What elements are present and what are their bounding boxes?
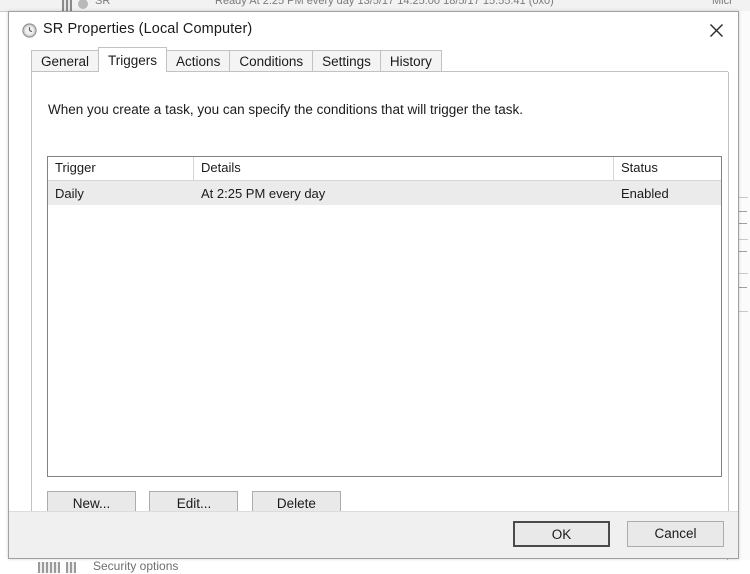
tab-settings-label: Settings bbox=[322, 54, 371, 69]
cell-trigger: Daily bbox=[55, 185, 84, 201]
ok-button[interactable]: OK bbox=[513, 521, 610, 547]
triggers-tab-page: When you create a task, you can specify … bbox=[31, 72, 729, 516]
background-bars-icon-3 bbox=[66, 562, 76, 573]
column-header-trigger[interactable]: Trigger bbox=[48, 157, 194, 180]
background-security-options-label: Security options bbox=[93, 560, 179, 573]
background-task-details: Ready At 2:25 PM every day 13/5/17 14:25… bbox=[215, 0, 554, 7]
dialog-title: SR Properties (Local Computer) bbox=[43, 21, 253, 37]
tab-history-label: History bbox=[389, 54, 432, 69]
dialog-titlebar: SR Properties (Local Computer) bbox=[9, 12, 738, 49]
tab-general-label: General bbox=[41, 54, 90, 69]
background-bars-icon-2 bbox=[38, 562, 60, 573]
cell-details: At 2:25 PM every day bbox=[201, 185, 326, 201]
background-task-status-icon bbox=[78, 0, 88, 9]
footer-button-group: OK Cancel bbox=[496, 521, 724, 547]
tab-conditions[interactable]: Conditions bbox=[229, 50, 314, 72]
tab-triggers-label: Triggers bbox=[108, 52, 158, 68]
close-icon[interactable] bbox=[694, 12, 738, 48]
tab-strip: General Triggers Actions Conditions Sett… bbox=[9, 47, 738, 73]
tab-general[interactable]: General bbox=[31, 50, 100, 72]
triggers-list[interactable]: Trigger Details Status Daily At 2:25 PM … bbox=[47, 156, 722, 477]
table-row[interactable]: Daily At 2:25 PM every day Enabled bbox=[48, 181, 721, 205]
column-header-status[interactable]: Status bbox=[614, 157, 721, 180]
column-header-details[interactable]: Details bbox=[194, 157, 614, 180]
cancel-button[interactable]: Cancel bbox=[627, 521, 724, 547]
tab-actions[interactable]: Actions bbox=[166, 50, 231, 72]
tab-triggers[interactable]: Triggers bbox=[98, 47, 168, 73]
tab-conditions-label: Conditions bbox=[239, 54, 304, 69]
background-task-author: Micr bbox=[712, 0, 733, 7]
clock-icon bbox=[22, 23, 37, 38]
tab-history[interactable]: History bbox=[379, 50, 442, 72]
page-description: When you create a task, you can specify … bbox=[48, 102, 523, 117]
background-security-options-row: Security options bbox=[0, 560, 750, 574]
triggers-list-header: Trigger Details Status bbox=[48, 157, 721, 181]
tab-settings[interactable]: Settings bbox=[312, 50, 381, 72]
background-bars-icon bbox=[62, 0, 72, 11]
background-task-name: SR bbox=[95, 0, 111, 7]
dialog-footer: OK Cancel bbox=[9, 511, 738, 558]
tab-actions-label: Actions bbox=[176, 54, 221, 69]
sr-properties-dialog: SR Properties (Local Computer) General T… bbox=[8, 11, 739, 559]
cell-status: Enabled bbox=[621, 185, 669, 201]
